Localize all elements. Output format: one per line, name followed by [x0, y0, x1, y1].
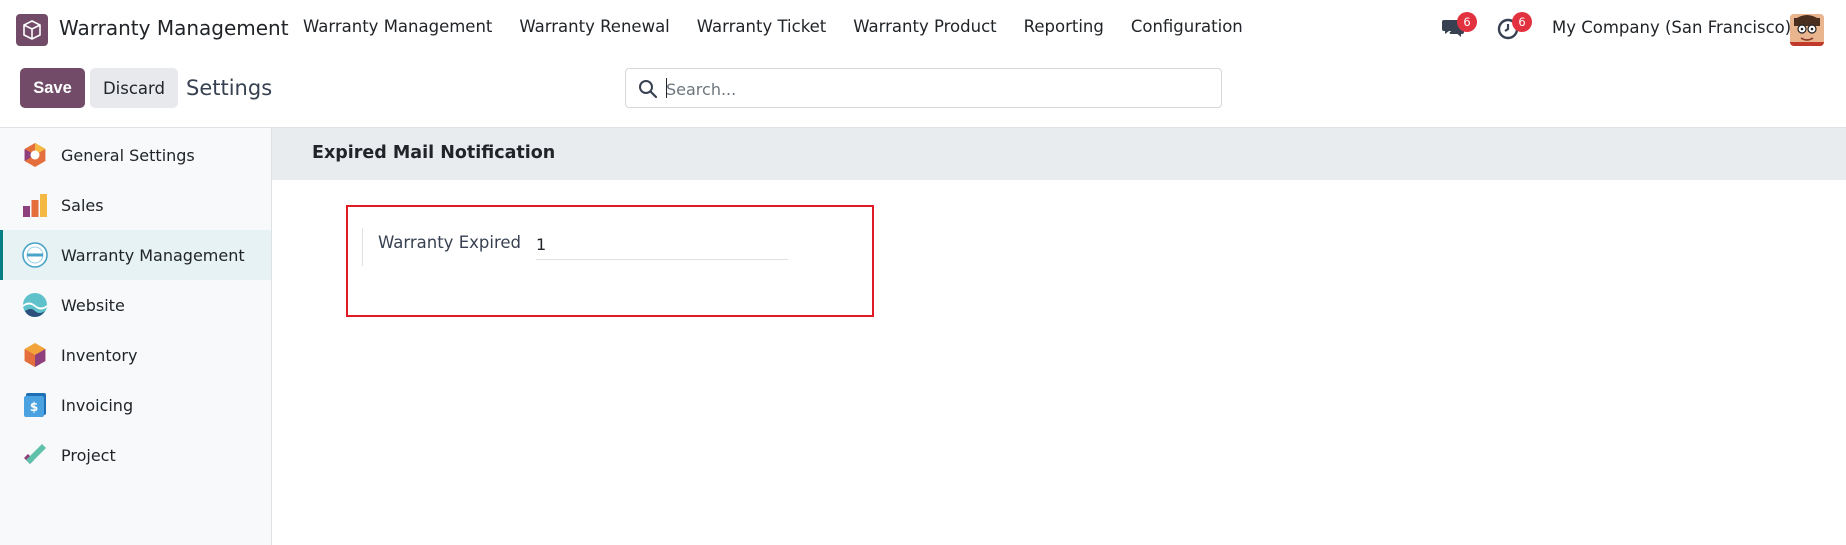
save-button[interactable]: Save [20, 68, 85, 108]
main-menu: Warranty Management Warranty Renewal War… [303, 17, 1270, 36]
top-navbar: Warranty Management Warranty Management … [0, 0, 1846, 56]
sidebar-label-website: Website [61, 295, 125, 315]
company-switcher[interactable]: My Company (San Francisco) [1552, 18, 1791, 37]
control-panel: Save Discard Settings [0, 56, 1846, 128]
menu-warranty-renewal[interactable]: Warranty Renewal [519, 17, 669, 36]
menu-configuration[interactable]: Configuration [1131, 17, 1243, 36]
highlight-box [346, 205, 874, 317]
search-input[interactable] [666, 77, 1206, 101]
menu-warranty-product[interactable]: Warranty Product [853, 17, 996, 36]
warranty-management-icon [22, 242, 48, 268]
sidebar-item-general-settings[interactable]: General Settings [0, 130, 271, 180]
discard-button[interactable]: Discard [90, 68, 178, 108]
user-avatar[interactable] [1790, 14, 1824, 46]
settings-sidebar: General Settings Sales Warranty Manageme… [0, 128, 272, 545]
page-title: Settings [186, 76, 273, 100]
website-icon [23, 293, 47, 317]
menu-warranty-management[interactable]: Warranty Management [303, 17, 492, 36]
activities-count-badge: 6 [1512, 12, 1532, 32]
app-name[interactable]: Warranty Management [59, 16, 289, 40]
sidebar-item-website[interactable]: Website [0, 280, 271, 330]
inventory-icon [24, 343, 46, 367]
sidebar-item-warranty-management[interactable]: Warranty Management [0, 230, 271, 280]
sales-icon [23, 194, 47, 217]
sidebar-label-sales: Sales [61, 195, 104, 215]
setting-divider [362, 228, 365, 266]
menu-warranty-ticket[interactable]: Warranty Ticket [697, 17, 827, 36]
sidebar-label-project: Project [61, 445, 116, 465]
sidebar-item-invoicing[interactable]: $ Invoicing [0, 380, 271, 430]
menu-reporting[interactable]: Reporting [1024, 17, 1104, 36]
section-header: Expired Mail Notification [272, 128, 1846, 180]
svg-text:$: $ [30, 400, 38, 414]
sidebar-item-inventory[interactable]: Inventory [0, 330, 271, 380]
app-logo-icon[interactable] [16, 14, 48, 46]
sidebar-label-warranty-management: Warranty Management [61, 245, 245, 265]
search-box[interactable] [625, 68, 1222, 108]
sidebar-label-general-settings: General Settings [61, 145, 195, 165]
sidebar-item-project[interactable]: Project [0, 430, 271, 480]
invoicing-icon: $ [24, 393, 46, 417]
warranty-expired-input[interactable] [536, 230, 788, 260]
text-caret [666, 78, 667, 98]
warranty-expired-label: Warranty Expired [378, 233, 521, 252]
project-icon [24, 444, 46, 464]
general-settings-icon [24, 143, 46, 167]
sidebar-label-invoicing: Invoicing [61, 395, 134, 415]
messages-count-badge: 6 [1457, 12, 1477, 32]
search-icon [639, 80, 658, 99]
section-title: Expired Mail Notification [312, 143, 556, 163]
sidebar-label-inventory: Inventory [61, 345, 138, 365]
sidebar-item-sales[interactable]: Sales [0, 180, 271, 230]
